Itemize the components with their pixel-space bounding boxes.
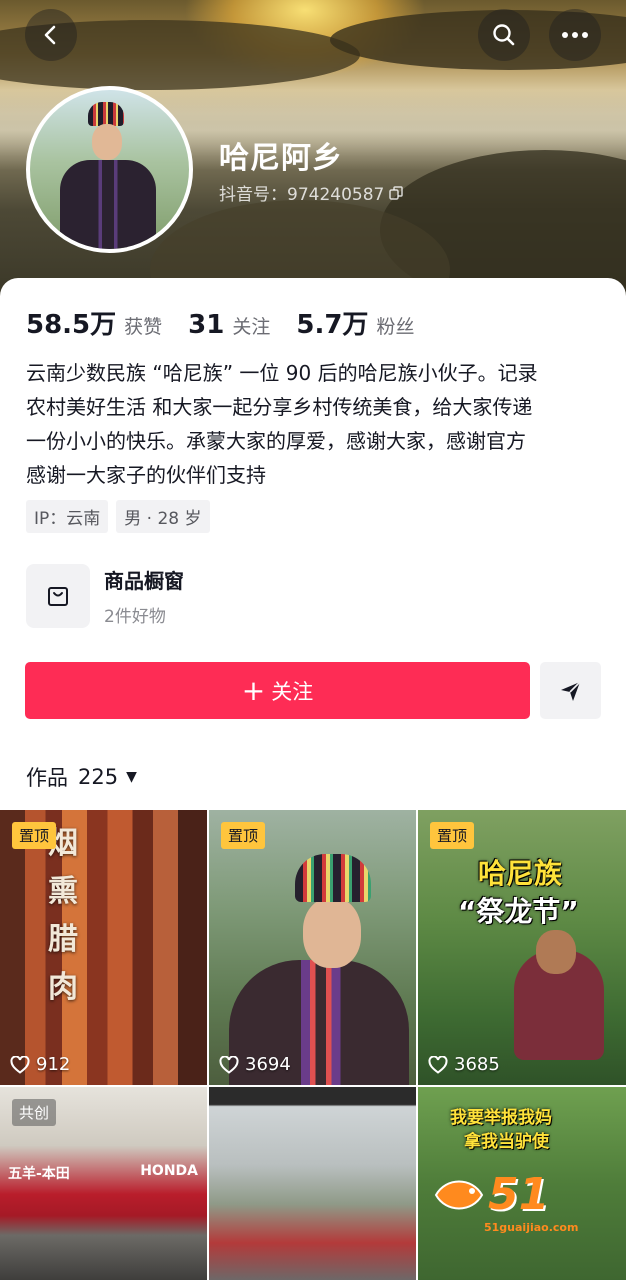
avatar[interactable] — [26, 86, 193, 253]
stat-label: 获赞 — [124, 316, 163, 338]
co-creation-badge: 共创 — [12, 1099, 57, 1126]
share-icon — [560, 680, 581, 701]
shop-bag-icon — [48, 587, 68, 606]
bio: 云南少数民族 “哈尼族” 一位 90 后的哈尼族小伙子。记录 农村美好生活 和大… — [26, 356, 596, 492]
pinned-badge: 置顶 — [430, 822, 475, 849]
likes-count: 3694 — [245, 1054, 291, 1075]
bio-line: 一份小小的快乐。承蒙大家的厚爱，感谢大家，感谢官方 — [26, 429, 526, 453]
more-button[interactable] — [549, 9, 601, 61]
bio-line: 云南少数民族 “哈尼族” 一位 90 后的哈尼族小伙子。记录 — [26, 361, 538, 385]
overlay-char: 腊 — [48, 922, 78, 957]
gender-age-tag: 男 · 28 岁 — [116, 500, 210, 533]
works-tab[interactable]: 作品 225 ▼ — [26, 762, 137, 792]
profile-panel: 58.5万 获赞 31 关注 5.7万 粉丝 云南少数民族 “哈尼族” 一位 9… — [0, 278, 626, 1280]
video-tile[interactable]: 哈尼族 “祭龙节” 置顶 3685 — [418, 810, 626, 1085]
watermark-site: 51guaijiao.com — [484, 1221, 579, 1234]
plus-icon: + — [241, 673, 266, 707]
pinned-badge: 置顶 — [12, 822, 57, 849]
works-label: 作品 — [26, 766, 68, 790]
triangle-down-icon[interactable]: ▼ — [126, 769, 137, 785]
heart-icon — [428, 1055, 448, 1074]
douyin-id-text: 抖音号：974240587 — [219, 185, 385, 205]
avatar-body — [60, 160, 156, 249]
shop-title: 商品橱窗 — [104, 569, 184, 593]
works-count: 225 — [78, 765, 119, 789]
video-grid: 烟 熏 腊 肉 置顶 912 置顶 3694 哈尼族 “祭龙节” 置顶 3685… — [0, 810, 626, 1280]
search-button[interactable] — [478, 9, 530, 61]
nickname: 哈尼阿乡 — [219, 141, 343, 176]
back-icon — [44, 25, 56, 45]
stat-label: 粉丝 — [376, 316, 415, 338]
bio-line: 农村美好生活 和大家一起分享乡村传统美食，给大家传递 — [26, 395, 533, 419]
bio-line: 感谢一大家子的伙伴们支持 — [26, 463, 266, 487]
overlay-char: 熏 — [48, 874, 78, 909]
avatar-face — [92, 124, 122, 160]
heart-icon — [10, 1055, 30, 1074]
back-button[interactable] — [25, 9, 77, 61]
likes-count: 3685 — [454, 1054, 500, 1075]
profile-tags: IP：云南 男 · 28 岁 — [26, 500, 210, 533]
copy-icon[interactable] — [388, 185, 404, 201]
video-likes: 3694 — [219, 1054, 291, 1075]
video-tile[interactable]: 共创 五羊-本田 HONDA — [0, 1087, 207, 1280]
heart-icon — [219, 1055, 239, 1074]
watermark-number: 51 — [488, 1169, 550, 1220]
stat-number: 31 — [188, 310, 225, 340]
video-caption: 我要举报我妈 — [450, 1108, 552, 1128]
pinned-badge: 置顶 — [221, 822, 266, 849]
stat-label: 关注 — [232, 316, 271, 338]
watermark-logo: 51 51guaijiao.com — [432, 1167, 612, 1237]
video-person-face — [536, 930, 576, 974]
stat-followers[interactable]: 5.7万 粉丝 — [296, 304, 414, 341]
stats-row: 58.5万 获赞 31 关注 5.7万 粉丝 — [26, 304, 440, 341]
sign-text: 五羊-本田 — [8, 1166, 70, 1182]
video-tile[interactable]: 烟 熏 腊 肉 置顶 912 — [0, 810, 207, 1085]
stat-number: 5.7万 — [296, 310, 369, 340]
video-tile[interactable]: 置顶 3694 — [209, 810, 416, 1085]
stat-following[interactable]: 31 关注 — [188, 310, 270, 340]
video-caption: 哈尼族 — [478, 857, 563, 890]
stat-likes[interactable]: 58.5万 获赞 — [26, 304, 162, 341]
follow-button[interactable]: + 关注 — [25, 662, 530, 719]
avatar-hat — [88, 102, 124, 126]
shop-text: 商品橱窗 2件好物 — [104, 565, 184, 627]
video-tile[interactable] — [209, 1087, 416, 1280]
sign-text: HONDA — [140, 1163, 198, 1179]
shop-subtitle: 2件好物 — [104, 607, 166, 627]
video-likes: 3685 — [428, 1054, 500, 1075]
video-person-face — [303, 898, 361, 968]
stat-number: 58.5万 — [26, 310, 117, 340]
follow-label: 关注 — [271, 679, 314, 704]
video-tile[interactable]: 我要举报我妈 拿我当驴使 51 51guaijiao.com — [418, 1087, 626, 1280]
video-person-hat — [295, 854, 371, 902]
shop-window-entry[interactable]: 商品橱窗 2件好物 — [26, 564, 184, 628]
fish-logo-icon — [434, 1180, 484, 1210]
video-likes: 912 — [10, 1054, 70, 1075]
search-icon — [493, 24, 515, 46]
overlay-char: 肉 — [48, 970, 78, 1005]
douyin-id[interactable]: 抖音号：974240587 — [219, 180, 404, 205]
shop-icon-box — [26, 564, 90, 628]
likes-count: 912 — [36, 1054, 71, 1075]
video-caption: “祭龙节” — [458, 895, 579, 928]
video-caption: 拿我当驴使 — [464, 1132, 549, 1152]
ip-tag: IP：云南 — [26, 500, 109, 533]
more-icon — [562, 32, 588, 38]
shop-sign: 五羊-本田 HONDA — [8, 1163, 198, 1183]
share-button[interactable] — [540, 662, 601, 719]
